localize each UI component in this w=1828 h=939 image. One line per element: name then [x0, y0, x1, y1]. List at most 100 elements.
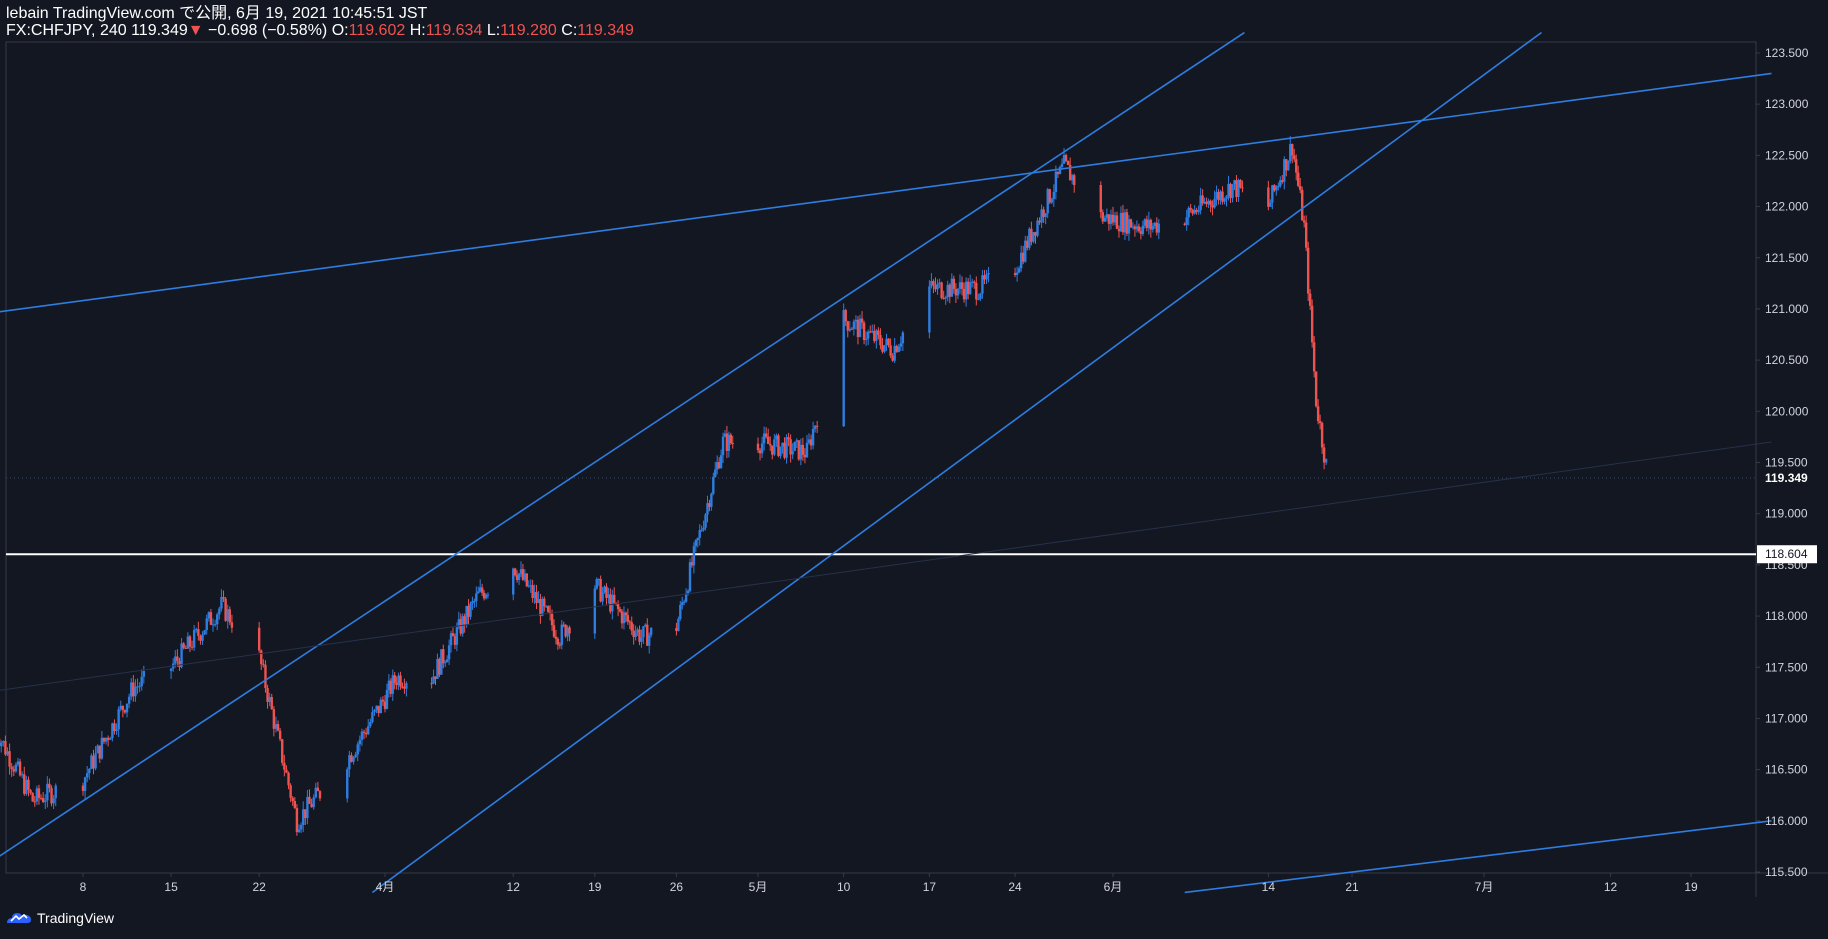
candle-body: [785, 437, 788, 458]
candle-body: [934, 285, 937, 290]
candle-body: [1040, 209, 1043, 223]
trendline-resistance[interactable]: [0, 72, 1772, 319]
trendline-faint-line[interactable]: [0, 441, 1772, 698]
candle-body: [981, 275, 984, 294]
candle-down: [176, 649, 179, 667]
candle-body: [985, 274, 988, 280]
candle-body: [180, 643, 183, 668]
candle-body: [1064, 155, 1068, 161]
candle-up: [775, 433, 778, 447]
candle-body: [856, 319, 860, 338]
candle-body: [791, 450, 794, 455]
candle-up: [360, 728, 364, 746]
candle-body: [393, 675, 396, 683]
candle-up: [1052, 184, 1056, 207]
candle-up: [83, 776, 87, 800]
candle-body: [842, 310, 845, 427]
candle-up: [864, 331, 868, 346]
candle-down: [41, 791, 45, 804]
candle-up: [760, 436, 764, 458]
candle-down: [844, 308, 847, 327]
candle-down: [862, 320, 866, 345]
candle-body: [369, 721, 372, 727]
candle-down: [783, 437, 786, 460]
candle-down: [962, 282, 966, 303]
candle-body: [1042, 209, 1045, 218]
candle-body: [54, 785, 57, 799]
candle-body: [640, 637, 643, 642]
candle-body: [115, 729, 118, 732]
candle-down: [891, 353, 894, 362]
candle-body: [613, 594, 616, 603]
price-axis[interactable]: 115.500 116.000 116.500 117.000 117.500 118.0…: [1756, 46, 1827, 879]
candle-body: [889, 345, 892, 356]
candle-down: [616, 600, 620, 617]
trendlines[interactable]: [0, 31, 1772, 894]
candle-body: [1316, 406, 1320, 422]
price-tick-label: 120.000: [1765, 404, 1809, 418]
candle-body: [451, 633, 455, 637]
candle-body: [297, 829, 301, 833]
candle-down: [1099, 181, 1102, 219]
candle-body: [1314, 371, 1318, 407]
candle-body: [39, 797, 43, 799]
price-tick-label: 123.000: [1765, 97, 1809, 111]
candle-up: [358, 735, 362, 752]
candle-body: [854, 319, 858, 322]
candle-down: [877, 327, 880, 340]
candle-up: [100, 730, 104, 760]
candle-down: [767, 428, 770, 445]
candle-body: [777, 435, 780, 456]
candle-body: [1036, 220, 1039, 236]
candle-down: [121, 705, 125, 718]
candle-body: [624, 612, 628, 616]
candle-body: [1056, 171, 1060, 175]
candle-body: [4, 741, 7, 755]
candle-body: [222, 597, 225, 599]
price-tick-label: 120.500: [1765, 353, 1809, 367]
candle-body: [813, 425, 817, 429]
candle-body: [893, 345, 896, 361]
candle-up: [369, 718, 372, 728]
candle-body: [442, 649, 445, 664]
candle-down: [31, 792, 34, 802]
candle-down: [535, 584, 538, 609]
candle-body: [846, 321, 849, 331]
candle-body: [704, 514, 707, 528]
time-tick-label: 7月: [1475, 880, 1494, 894]
candle-up: [379, 697, 383, 714]
candle-up: [207, 611, 211, 622]
candle-body: [218, 608, 221, 615]
candle-body: [1062, 155, 1066, 164]
candle-up: [866, 329, 870, 345]
candle-body: [228, 609, 232, 623]
candle-body: [801, 444, 805, 455]
candle-body: [399, 675, 402, 687]
candle-body: [648, 634, 651, 646]
candle-body: [630, 622, 633, 631]
candle-down: [789, 434, 792, 463]
candle-up: [312, 794, 315, 810]
candle-body: [1038, 220, 1041, 223]
trendline-channel-lower[interactable]: [371, 31, 1542, 894]
candle-down: [1221, 186, 1224, 205]
candle-down: [381, 696, 385, 706]
time-axis[interactable]: 8 15 22 4月 12 19 26 5月 10 17 24 6月 14 21 7月 12 19: [80, 873, 1698, 894]
candle-down: [362, 729, 366, 740]
candle-body: [1231, 184, 1234, 199]
candle-down: [815, 420, 819, 433]
trendline-channel-upper[interactable]: [0, 31, 1245, 893]
candle-body: [81, 785, 85, 791]
candle-up: [0, 740, 3, 753]
candle-body: [1151, 226, 1155, 230]
tradingview-brand[interactable]: TradingView: [6, 910, 114, 926]
candle-body: [1013, 273, 1017, 275]
candle-body: [98, 745, 101, 759]
candle-down: [1034, 231, 1037, 244]
candle-up: [807, 433, 811, 445]
candle-body: [758, 450, 762, 454]
candle-up: [946, 280, 949, 302]
price-chart[interactable]: 115.500 116.000 116.500 117.000 117.500 118.0…: [0, 0, 1828, 939]
candle-body: [875, 330, 878, 341]
candle-body: [285, 769, 288, 773]
